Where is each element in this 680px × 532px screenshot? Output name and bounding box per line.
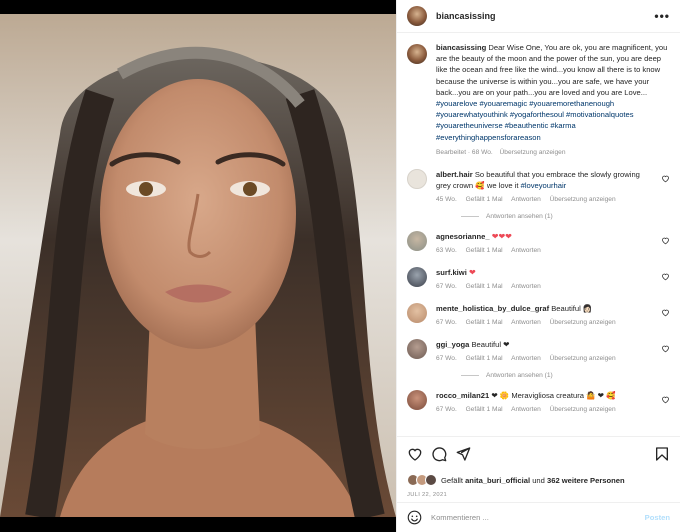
comment-like-heart-icon[interactable]: [661, 344, 670, 353]
comment: rocco_milan21 ❤ 🌼 Meravigliosa creatura …: [407, 390, 670, 415]
comment: ggi_yoga Beautiful ❤ 67 Wo. Gefällt 1 Ma…: [407, 339, 670, 364]
comment-time[interactable]: 67 Wo.: [436, 283, 457, 290]
comment-likes[interactable]: Gefällt 1 Mal: [466, 406, 503, 413]
comment: surf.kiwi ❤ 67 Wo. Gefällt 1 Mal Antwort…: [407, 267, 670, 292]
bookmark-icon[interactable]: [654, 446, 670, 462]
comment-avatar[interactable]: [407, 169, 427, 190]
comment-like-heart-icon[interactable]: [661, 236, 670, 245]
comment-username[interactable]: mente_holistica_by_dulce_graf: [436, 304, 549, 313]
action-icons: [407, 445, 670, 463]
share-icon[interactable]: [455, 446, 471, 462]
author-avatar[interactable]: [407, 6, 427, 26]
comment-text-tail: we love it: [484, 181, 521, 191]
comment-username[interactable]: agnesorianne_: [436, 232, 490, 241]
post-actions: Gefällt anita_buri_official und 362 weit…: [397, 436, 680, 498]
comment-like-heart-icon[interactable]: [661, 272, 670, 281]
smiley-icon[interactable]: [407, 510, 422, 525]
comment-time[interactable]: 67 Wo.: [436, 319, 457, 326]
comment-composer: Posten: [397, 502, 680, 532]
liked-by-prefix: Gefällt: [441, 475, 463, 485]
view-replies-link[interactable]: Antworten ansehen (1): [461, 213, 670, 220]
comment-hashtag[interactable]: #loveyourhair: [521, 181, 567, 190]
comment-reply-button[interactable]: Antworten: [511, 283, 541, 290]
caption-meta: Bearbeitet · 68 Wo. Übersetzung anzeigen: [436, 147, 670, 158]
replies-divider: [461, 375, 479, 377]
post-photo[interactable]: [0, 14, 396, 517]
comments-list[interactable]: biancasissing Dear Wise One, You are ok,…: [397, 34, 680, 434]
view-replies-label[interactable]: Antworten ansehen (1): [486, 372, 553, 379]
comment-reply-button[interactable]: Antworten: [511, 247, 541, 254]
comment-username[interactable]: surf.kiwi: [436, 268, 467, 277]
comment-translate-link[interactable]: Übersetzung anzeigen: [550, 406, 616, 413]
comment-time[interactable]: 63 Wo.: [436, 247, 457, 254]
replies-divider: [461, 216, 479, 218]
comment-emoji: 👩🏻: [582, 304, 593, 314]
comment-text: ❤❤❤: [491, 232, 512, 242]
caption-avatar[interactable]: [407, 44, 427, 64]
post-comment-button[interactable]: Posten: [645, 513, 670, 522]
post-header: biancasissing •••: [397, 0, 680, 33]
comment-translate-link[interactable]: Übersetzung anzeigen: [550, 355, 616, 362]
comment-likes[interactable]: Gefällt 1 Mal: [466, 247, 503, 254]
comment-likes[interactable]: Gefällt 1 Mal: [466, 283, 503, 290]
caption-edited: Bearbeitet · 68 Wo.: [436, 148, 493, 156]
comment-likes[interactable]: Gefällt 1 Mal: [466, 319, 503, 326]
liked-by-user[interactable]: anita_buri_official: [465, 476, 530, 485]
comment-text: Beautiful ❤: [471, 340, 510, 350]
caption-username[interactable]: biancasissing: [436, 43, 486, 52]
likes-summary: Gefällt anita_buri_official und 362 weit…: [407, 474, 670, 486]
comment-text: Beautiful: [551, 304, 581, 314]
comment-reply-button[interactable]: Antworten: [511, 196, 541, 203]
comment-like-heart-icon[interactable]: [661, 174, 670, 183]
comment-time[interactable]: 45 Wo.: [436, 196, 457, 203]
more-icon[interactable]: •••: [654, 9, 670, 23]
caption-translate-link[interactable]: Übersetzung anzeigen: [500, 149, 566, 156]
comment-avatar[interactable]: [407, 339, 427, 360]
comment-emoji: 🥰: [475, 181, 485, 191]
post-date[interactable]: JULI 22, 2021: [407, 492, 670, 498]
view-replies-label[interactable]: Antworten ansehen (1): [486, 213, 553, 220]
comment-reply-button[interactable]: Antworten: [511, 319, 541, 326]
comment-username[interactable]: albert.hair: [436, 170, 473, 179]
comment: albert.hair So beautiful that you embrac…: [407, 169, 670, 205]
comment-avatar[interactable]: [407, 231, 427, 252]
comment-input[interactable]: [431, 513, 645, 522]
comment-avatar[interactable]: [407, 267, 427, 288]
liker-avatars[interactable]: [407, 474, 437, 486]
comment-avatar[interactable]: [407, 390, 427, 411]
comment-likes[interactable]: Gefällt 1 Mal: [466, 196, 503, 203]
view-replies-link[interactable]: Antworten ansehen (1): [461, 372, 670, 379]
comment-time[interactable]: 67 Wo.: [436, 355, 457, 362]
liked-by-and: und: [532, 475, 545, 485]
post-sidebar: biancasissing ••• biancasissing Dear Wis…: [396, 0, 680, 532]
comment-text: ❤ 🌼 Meravigliosa creatura 🤷 ❤ 🥰: [491, 391, 616, 401]
comment-text: ❤: [468, 268, 476, 278]
comment-username[interactable]: ggi_yoga: [436, 340, 469, 349]
comment: agnesorianne_ ❤❤❤ 63 Wo. Gefällt 1 Mal A…: [407, 231, 670, 256]
author-username[interactable]: biancasissing: [436, 11, 654, 21]
post-photo-panel: [0, 0, 396, 532]
comment-username[interactable]: rocco_milan21: [436, 391, 489, 400]
comment-avatar[interactable]: [407, 303, 427, 324]
post-caption: biancasissing Dear Wise One, You are ok,…: [407, 42, 670, 158]
comment-reply-button[interactable]: Antworten: [511, 406, 541, 413]
comment-icon[interactable]: [431, 446, 447, 462]
caption-hashtags[interactable]: #youarelove #youaremagic #youaremorethan…: [436, 99, 634, 142]
comment-time[interactable]: 67 Wo.: [436, 406, 457, 413]
comment: mente_holistica_by_dulce_graf Beautiful …: [407, 303, 670, 328]
comment-translate-link[interactable]: Übersetzung anzeigen: [550, 196, 616, 203]
heart-icon[interactable]: [407, 446, 423, 462]
comment-likes[interactable]: Gefällt 1 Mal: [466, 355, 503, 362]
comment-like-heart-icon[interactable]: [661, 308, 670, 317]
comment-reply-button[interactable]: Antworten: [511, 355, 541, 362]
comment-like-heart-icon[interactable]: [661, 395, 670, 404]
comment-translate-link[interactable]: Übersetzung anzeigen: [550, 319, 616, 326]
liked-by-others[interactable]: 362 weitere Personen: [547, 476, 625, 485]
